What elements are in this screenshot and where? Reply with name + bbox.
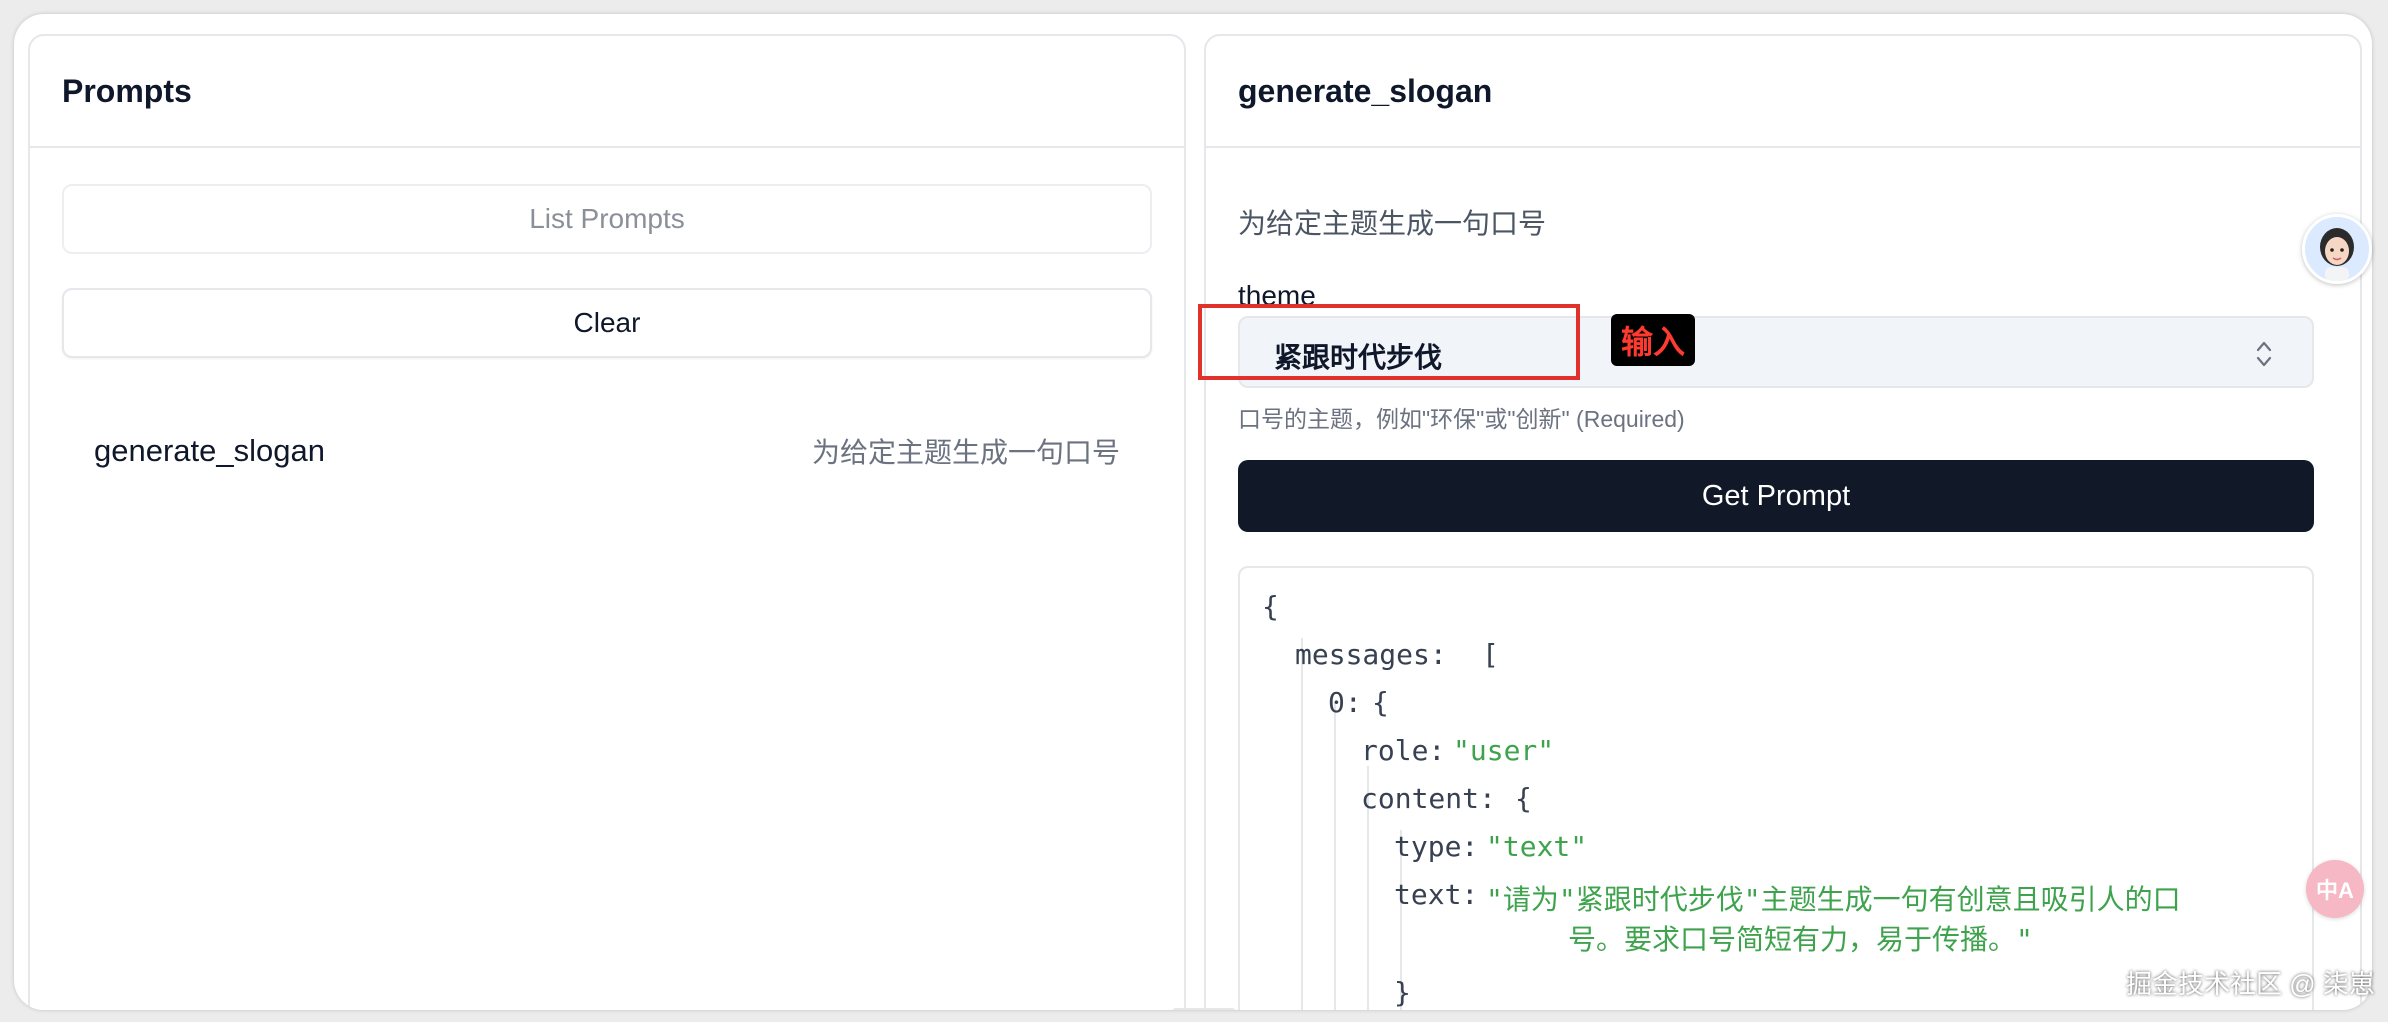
json-text-value-line1: "请为"紧跟时代步伐"主题生成一句有创意且吸引人的口 xyxy=(1486,883,2181,916)
list-prompts-button[interactable]: List Prompts xyxy=(62,184,1152,254)
get-prompt-button[interactable]: Get Prompt xyxy=(1238,460,2314,532)
json-type-key: type: xyxy=(1394,830,1479,863)
watermark: 掘金技术社区 @ 柒崽 xyxy=(2126,969,2375,999)
clear-button[interactable]: Clear xyxy=(62,288,1152,358)
json-content-close: } xyxy=(1394,976,1411,1009)
app-window: Prompts List Prompts Clear generate_slog… xyxy=(14,14,2372,1010)
assistant-avatar-icon[interactable] xyxy=(2302,214,2372,284)
json-guide-line xyxy=(1301,638,1303,1010)
json-messages-key: messages: xyxy=(1295,638,1447,671)
json-open-bracket: [ xyxy=(1482,638,1499,671)
prompt-description: 为给定主题生成一句口号 xyxy=(811,437,1120,468)
prompt-list-item[interactable]: generate_slogan 为给定主题生成一句口号 xyxy=(62,416,1152,486)
prompt-result-viewer: { messages: [ 0: { role: "user" content:… xyxy=(1238,566,2314,1010)
prompt-detail-panel: generate_slogan 为给定主题生成一句口号 theme 紧跟时代步伐… xyxy=(1204,34,2362,1010)
prompts-panel: Prompts List Prompts Clear generate_slog… xyxy=(28,34,1186,1010)
input-highlight-box xyxy=(1198,304,1580,380)
resize-handle[interactable] xyxy=(1172,1008,1236,1010)
theme-hint: 口号的主题，例如"环保"或"创新" (Required) xyxy=(1238,406,1685,432)
input-annotation-badge: 输入 xyxy=(1611,314,1696,366)
json-role-value: "user" xyxy=(1453,734,1555,767)
prompts-title: Prompts xyxy=(30,36,1184,148)
json-text-value-line2: 号。要求口号简短有力，易于传播。" xyxy=(1568,923,2033,956)
prompt-name: generate_slogan xyxy=(94,433,325,468)
json-index-key: 0: xyxy=(1328,686,1362,719)
translate-icon[interactable]: 中A xyxy=(2306,860,2364,918)
json-guide-line xyxy=(1334,702,1336,1010)
json-content-open: { xyxy=(1515,782,1532,815)
json-content-key: content: xyxy=(1361,782,1496,815)
json-type-value: "text" xyxy=(1486,830,1588,863)
prompt-detail-description: 为给定主题生成一句口号 xyxy=(1238,208,1547,239)
json-text-key: text: xyxy=(1394,878,1479,911)
chevron-up-down-icon xyxy=(2256,341,2272,367)
json-role-key: role: xyxy=(1361,734,1446,767)
json-index-open: { xyxy=(1372,686,1389,719)
json-open-brace: { xyxy=(1262,590,1279,623)
prompt-detail-title: generate_slogan xyxy=(1206,36,2360,148)
